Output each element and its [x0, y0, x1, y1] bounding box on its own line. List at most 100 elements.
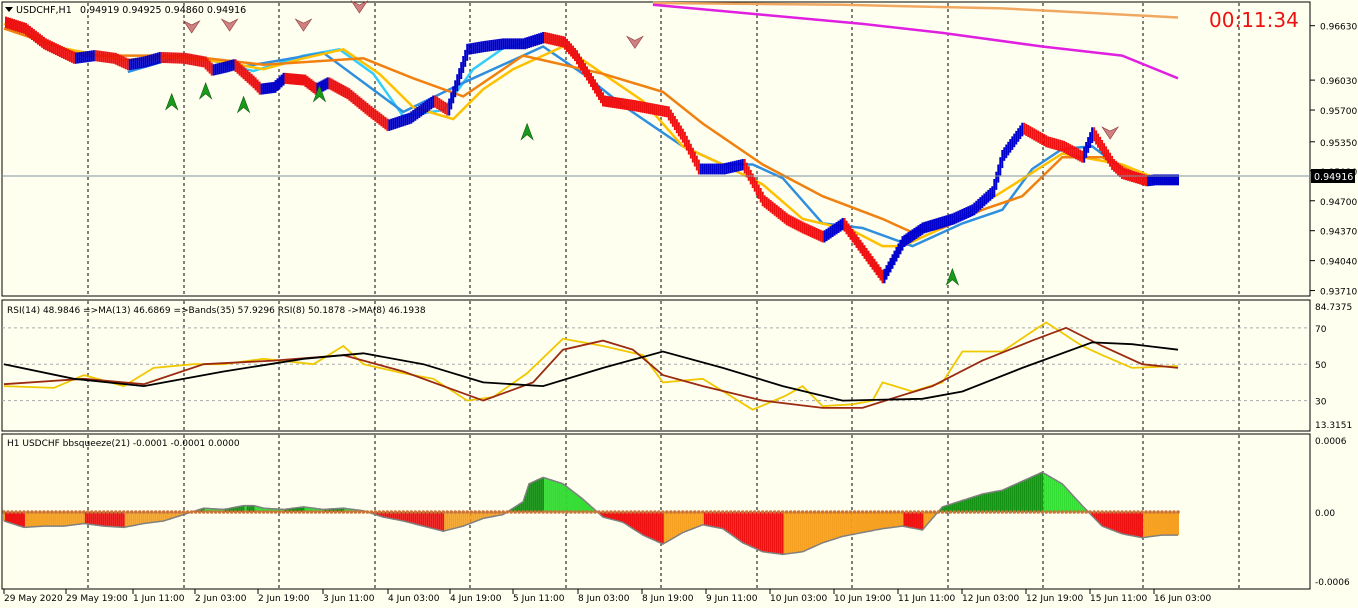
bbsqueeze-axis-label: 0.00	[1315, 509, 1335, 519]
time-axis-label: 10 Jun 03:00	[770, 594, 827, 604]
price-bar	[338, 82, 341, 95]
squeeze-dot	[1108, 510, 1112, 514]
squeeze-dot	[892, 510, 897, 514]
price-bar	[92, 50, 95, 62]
price-bar	[689, 143, 692, 159]
price-bar	[582, 59, 585, 75]
squeeze-dot	[736, 510, 741, 514]
price-bar	[799, 220, 802, 233]
price-bar	[114, 52, 117, 65]
price-bar	[340, 83, 343, 96]
price-bar	[1139, 172, 1142, 185]
price-bar	[266, 82, 269, 94]
price-bar	[1059, 139, 1062, 152]
time-axis-label: 12 Jun 03:00	[962, 594, 1019, 604]
price-bar	[104, 51, 107, 63]
squeeze-dot	[776, 510, 781, 514]
price-bar	[514, 38, 517, 50]
squeeze-dot	[1072, 510, 1076, 514]
price-bar	[1007, 141, 1010, 156]
price-bar	[232, 59, 235, 71]
price-bar	[627, 99, 630, 111]
price-bar	[773, 203, 776, 216]
price-bar	[348, 88, 351, 101]
squeeze-dot	[133, 510, 138, 514]
squeeze-dot	[641, 510, 645, 514]
price-bar	[580, 56, 583, 71]
squeeze-dot	[1088, 510, 1092, 514]
price-bar	[1049, 136, 1052, 149]
price-bar	[761, 191, 764, 207]
squeeze-dot	[433, 510, 438, 514]
squeeze-dot	[972, 510, 977, 514]
price-bar	[16, 20, 19, 32]
price-bar	[625, 98, 628, 111]
squeeze-dot	[169, 510, 174, 514]
squeeze-dot	[673, 510, 677, 514]
price-bar	[194, 54, 197, 66]
price-bar	[306, 76, 309, 89]
price-bar	[244, 68, 247, 82]
price-bar	[572, 45, 575, 59]
price-bar	[1063, 140, 1066, 153]
squeeze-dot	[537, 510, 541, 514]
price-bar	[1099, 136, 1102, 151]
price-axis-label: 0.95350	[1320, 139, 1357, 149]
price-bar	[174, 52, 177, 64]
price-bar	[849, 226, 852, 240]
squeeze-dot	[373, 510, 378, 514]
squeeze-dot	[349, 510, 354, 514]
price-bar	[763, 195, 766, 208]
squeeze-dot	[189, 510, 194, 514]
price-bar	[695, 155, 698, 171]
price-bar	[655, 104, 658, 116]
price-bar	[833, 223, 836, 236]
squeeze-dot	[1068, 510, 1072, 514]
price-bar	[50, 41, 53, 54]
price-bar	[729, 161, 732, 174]
price-bar	[20, 21, 23, 34]
squeeze-dot	[872, 510, 877, 514]
price-bar	[560, 35, 563, 47]
price-bar	[775, 204, 778, 218]
price-bar	[723, 163, 726, 175]
trading-chart[interactable]: 0.966300.960300.957000.953500.950300.947…	[0, 0, 1358, 608]
squeeze-dot	[481, 510, 485, 514]
price-bar	[649, 103, 652, 115]
price-bar	[1111, 155, 1114, 170]
price-bar	[787, 214, 790, 227]
price-bar	[354, 93, 357, 106]
squeeze-dot	[345, 510, 350, 514]
squeeze-dot	[121, 510, 126, 514]
price-bar	[829, 226, 832, 239]
squeeze-dot	[948, 510, 953, 514]
squeeze-dot	[952, 510, 957, 514]
price-bar	[1039, 131, 1042, 144]
price-bar	[380, 113, 383, 127]
price-bar	[288, 73, 291, 85]
price-bar	[943, 215, 946, 228]
price-bar	[1009, 139, 1012, 153]
price-bar	[406, 113, 409, 125]
price-bar	[1105, 146, 1108, 161]
price-bar	[468, 43, 471, 55]
squeeze-dot	[114, 510, 118, 514]
squeeze-dot	[653, 510, 657, 514]
price-bar	[1087, 137, 1090, 153]
squeeze-dot	[597, 510, 601, 514]
price-bar	[508, 38, 511, 50]
squeeze-dot	[269, 510, 274, 514]
price-bar	[713, 163, 716, 175]
squeeze-dot	[1056, 510, 1061, 514]
time-axis-label: 15 Jun 11:00	[1090, 594, 1147, 604]
price-bar	[68, 49, 71, 62]
price-bar	[466, 43, 469, 61]
price-bar	[945, 215, 948, 227]
price-bar	[685, 135, 688, 151]
squeeze-dot	[257, 510, 262, 514]
squeeze-dot	[836, 510, 841, 514]
price-bar	[512, 38, 515, 50]
price-bar	[478, 41, 481, 54]
squeeze-dot	[50, 510, 54, 514]
price-bar	[1017, 128, 1020, 142]
